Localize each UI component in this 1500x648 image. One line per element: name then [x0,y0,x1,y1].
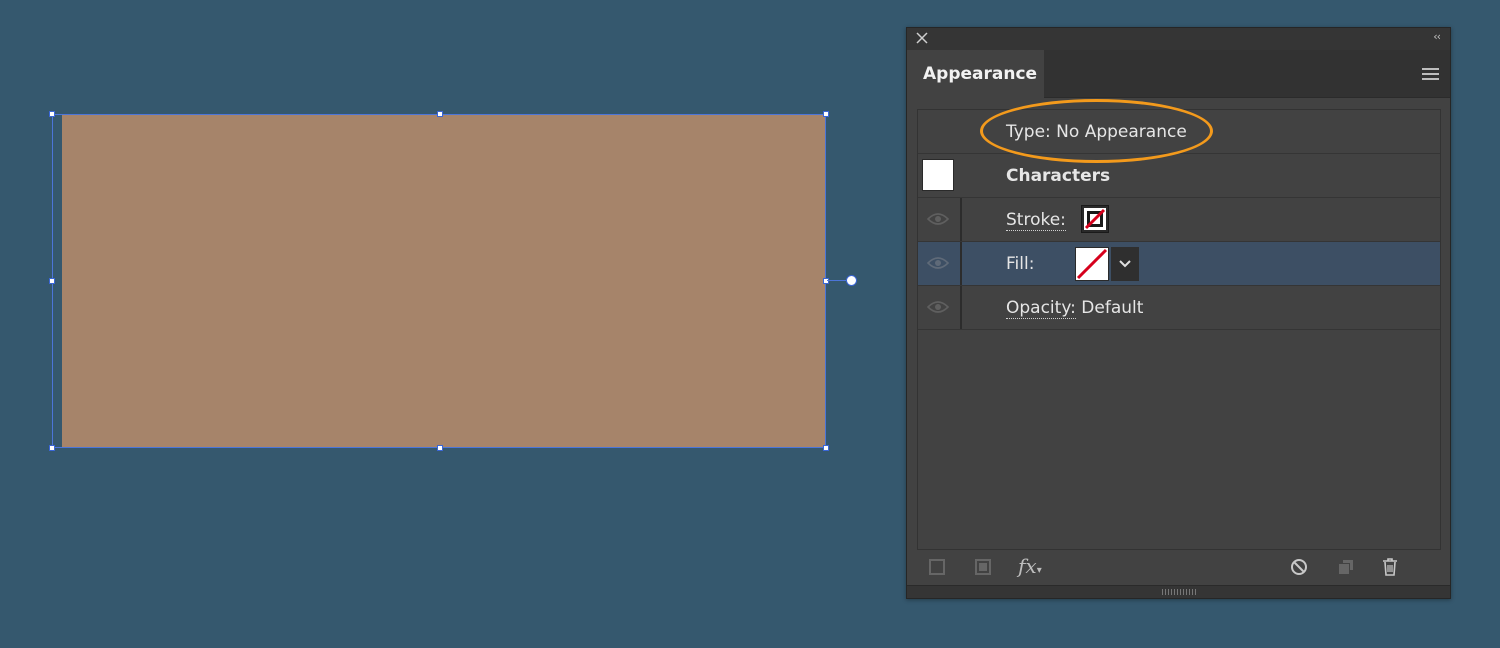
visibility-eye-icon[interactable] [927,299,949,315]
fill-row[interactable]: Fill: [918,242,1440,286]
stroke-label[interactable]: Stroke: [1006,198,1066,242]
panel-tab-bar: Appearance [907,50,1450,98]
visibility-eye-icon[interactable] [927,255,949,271]
panel-bottom-toolbar: fx▾ [907,550,1450,586]
type-label: Type: No Appearance [1006,122,1187,142]
resize-handle-top-right[interactable] [823,111,829,117]
row-divider [960,198,962,241]
chevron-down-icon [1119,260,1131,268]
stroke-row[interactable]: Stroke: [918,198,1440,242]
row-divider [960,286,962,329]
resize-handle-top-left[interactable] [49,111,55,117]
resize-handle-bottom-left[interactable] [49,445,55,451]
resize-handle-bottom-right[interactable] [823,445,829,451]
resize-handle-left[interactable] [49,278,55,284]
tab-appearance[interactable]: Appearance [907,50,1044,98]
characters-row[interactable]: Characters [918,154,1440,198]
panel-resize-grip[interactable] [907,585,1450,598]
appearance-attribute-list: Type: No Appearance Characters Stroke: F… [917,109,1441,550]
appearance-panel: ‹‹ Appearance Type: No Appearance Charac… [906,27,1451,599]
panel-menu-icon[interactable] [1422,68,1439,80]
stroke-swatch[interactable] [1081,205,1109,233]
type-row: Type: No Appearance [918,110,1440,154]
delete-item-icon[interactable] [1380,557,1400,577]
add-new-stroke-icon[interactable] [927,557,947,577]
duplicate-item-icon[interactable] [1336,557,1356,577]
add-new-fill-icon[interactable] [973,557,993,577]
rotate-handle-stem [827,280,847,281]
close-icon[interactable] [915,31,929,45]
row-divider [960,242,962,285]
resize-handle-bottom[interactable] [437,445,443,451]
opacity-row[interactable]: Opacity: Default [918,286,1440,330]
characters-thumbnail [922,159,954,191]
panel-titlebar[interactable]: ‹‹ [907,28,1450,51]
selection-bounding-box [52,114,826,448]
characters-label: Characters [1006,166,1111,186]
add-new-effect-icon[interactable]: fx▾ [1018,554,1046,578]
clear-appearance-icon[interactable] [1289,557,1309,577]
opacity-value: Default [1081,298,1144,318]
rotate-handle[interactable] [846,275,857,286]
collapse-panel-icon[interactable]: ‹‹ [1433,30,1441,43]
opacity-label[interactable]: Opacity: Default [1006,286,1143,330]
fill-dropdown-button[interactable] [1111,247,1139,281]
fill-swatch[interactable] [1075,247,1109,281]
fill-label: Fill: [1006,254,1035,274]
resize-handle-top[interactable] [437,111,443,117]
resize-handle-right[interactable] [823,278,829,284]
visibility-eye-icon[interactable] [927,211,949,227]
